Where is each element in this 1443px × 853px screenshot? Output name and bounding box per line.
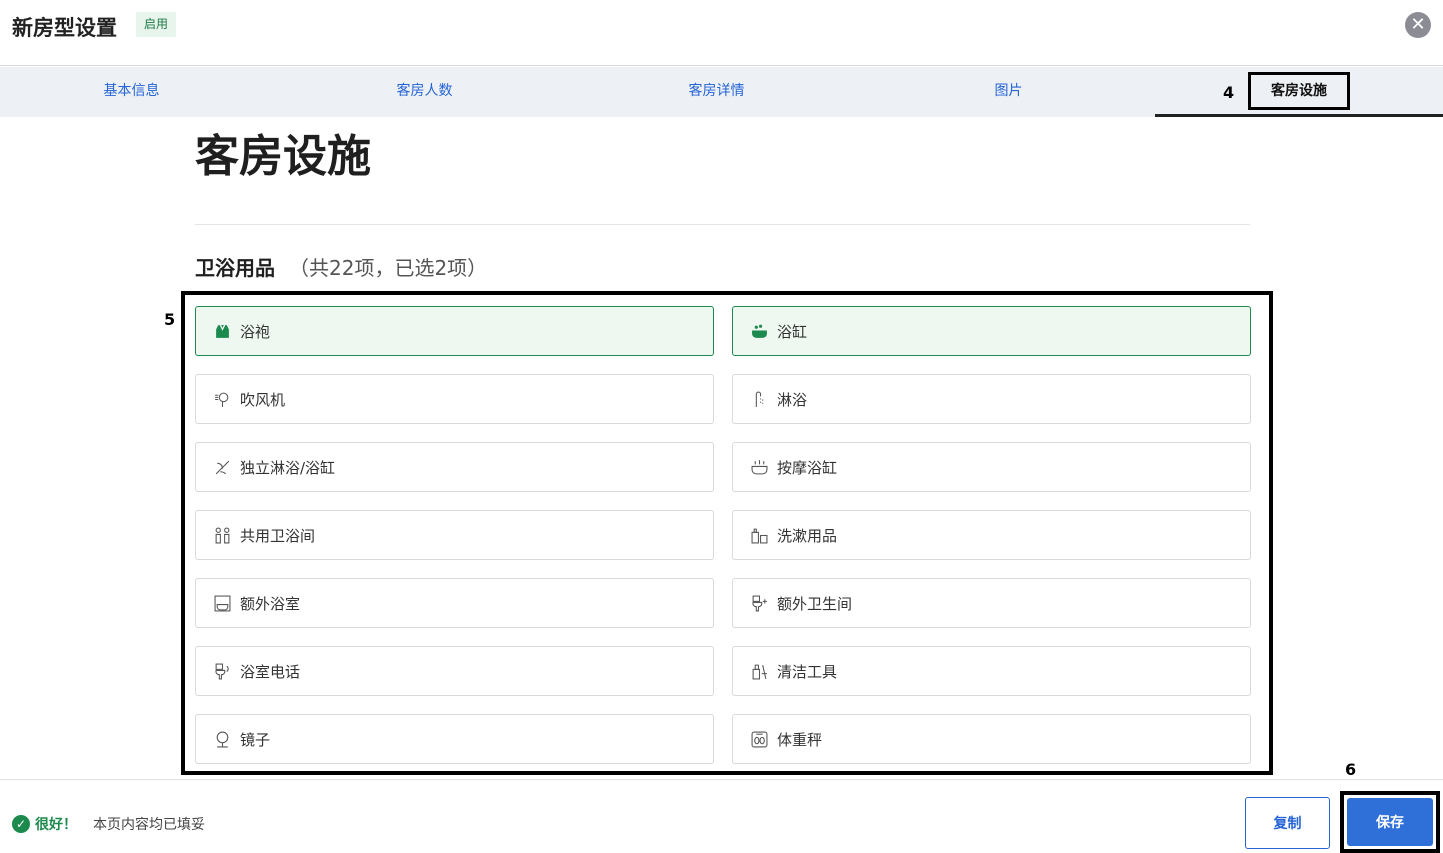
divider <box>195 224 1250 225</box>
amenity-label: 清洁工具 <box>777 662 838 681</box>
mirror-icon <box>212 729 232 749</box>
tab-bar: 基本信息 客房人数 客房详情 图片 4 客房设施 <box>0 67 1443 117</box>
annotation-marker: 5 <box>164 310 176 329</box>
amenity-item-mirror[interactable]: 镜子 <box>195 714 714 764</box>
header: 新房型设置 启用 ✕ <box>0 0 1443 66</box>
toiletries-icon <box>749 525 769 545</box>
amenity-label: 洗漱用品 <box>777 526 838 545</box>
amenity-item-extra-toilet[interactable]: 额外卫生间 <box>732 578 1251 628</box>
amenity-item-bathroom-phone[interactable]: 浴室电话 <box>195 646 714 696</box>
amenity-item-cleaning-tools[interactable]: 清洁工具 <box>732 646 1251 696</box>
status-message: 本页内容均已填妥 <box>93 817 205 833</box>
amenity-label: 共用卫浴间 <box>240 526 316 545</box>
amenity-label: 浴室电话 <box>240 662 301 681</box>
amenity-item-shower[interactable]: 淋浴 <box>732 374 1251 424</box>
cleaning-tools-icon <box>749 661 769 681</box>
bathroom-phone-icon <box>212 661 232 681</box>
amenity-label: 额外浴室 <box>240 594 301 613</box>
separate-shower-icon <box>212 457 232 477</box>
amenity-item-hair-dryer[interactable]: 吹风机 <box>195 374 714 424</box>
amenity-item-scale[interactable]: 体重秤 <box>732 714 1251 764</box>
tab-photos[interactable]: 图片 <box>877 67 1140 117</box>
shared-bathroom-icon <box>212 525 232 545</box>
tab-label: 客房详情 <box>688 83 745 99</box>
bathrobe-icon <box>212 321 232 341</box>
tab-label: 客房人数 <box>396 83 453 99</box>
tab-label: 图片 <box>994 83 1023 99</box>
footer-bar: ✓ 很好！ 本页内容均已填妥 复制 保存 <box>0 779 1443 853</box>
category-title: 卫浴用品 （共22项，已选2项） <box>195 252 487 281</box>
amenity-label: 浴缸 <box>777 322 808 341</box>
status-label: 很好！ <box>35 817 77 833</box>
amenity-label: 按摩浴缸 <box>777 458 838 477</box>
amenity-item-toiletries[interactable]: 洗漱用品 <box>732 510 1251 560</box>
amenity-item-jacuzzi[interactable]: 按摩浴缸 <box>732 442 1251 492</box>
extra-toilet-icon <box>749 593 769 613</box>
copy-button[interactable]: 复制 <box>1245 797 1330 849</box>
amenity-item-separate-shower[interactable]: 独立淋浴/浴缸 <box>195 442 714 492</box>
amenity-item-shared-bathroom[interactable]: 共用卫浴间 <box>195 510 714 560</box>
close-icon[interactable]: ✕ <box>1405 12 1431 38</box>
section-heading: 客房设施 <box>195 131 371 182</box>
category-count: （共22项，已选2项） <box>289 256 488 280</box>
amenity-label: 淋浴 <box>777 390 808 409</box>
tab-basic-info[interactable]: 基本信息 <box>0 67 263 117</box>
hair-dryer-icon <box>212 389 232 409</box>
amenity-label: 额外卫生间 <box>777 594 853 613</box>
amenity-label: 独立淋浴/浴缸 <box>240 458 336 477</box>
amenity-label: 吹风机 <box>240 390 286 409</box>
shower-icon <box>749 389 769 409</box>
check-circle-icon: ✓ <box>12 815 30 833</box>
tab-room-facilities[interactable]: 4 客房设施 <box>1155 67 1443 117</box>
tab-occupancy[interactable]: 客房人数 <box>293 67 556 117</box>
annotation-box: 保存 <box>1340 791 1440 853</box>
amenity-item-bathrobe[interactable]: 浴袍 <box>195 306 714 356</box>
page-title: 新房型设置 <box>12 16 117 40</box>
amenity-item-bathtub[interactable]: 浴缸 <box>732 306 1251 356</box>
category-name: 卫浴用品 <box>195 256 275 280</box>
completion-status: ✓ 很好！ 本页内容均已填妥 <box>12 814 205 834</box>
status-badge: 启用 <box>136 12 177 37</box>
extra-bathroom-icon <box>212 593 232 613</box>
tab-label: 客房设施 <box>1248 72 1350 110</box>
amenity-label: 体重秤 <box>777 730 823 749</box>
amenity-label: 浴袍 <box>240 322 271 341</box>
tab-label: 基本信息 <box>103 83 160 99</box>
amenity-item-extra-bathroom[interactable]: 额外浴室 <box>195 578 714 628</box>
scale-icon <box>749 729 769 749</box>
save-button[interactable]: 保存 <box>1347 798 1433 846</box>
annotation-marker: 6 <box>1345 760 1357 779</box>
jacuzzi-icon <box>749 457 769 477</box>
annotation-marker: 4 <box>1223 83 1235 102</box>
tab-room-details[interactable]: 客房详情 <box>585 67 848 117</box>
bathtub-icon <box>749 321 769 341</box>
amenity-label: 镜子 <box>240 730 271 749</box>
